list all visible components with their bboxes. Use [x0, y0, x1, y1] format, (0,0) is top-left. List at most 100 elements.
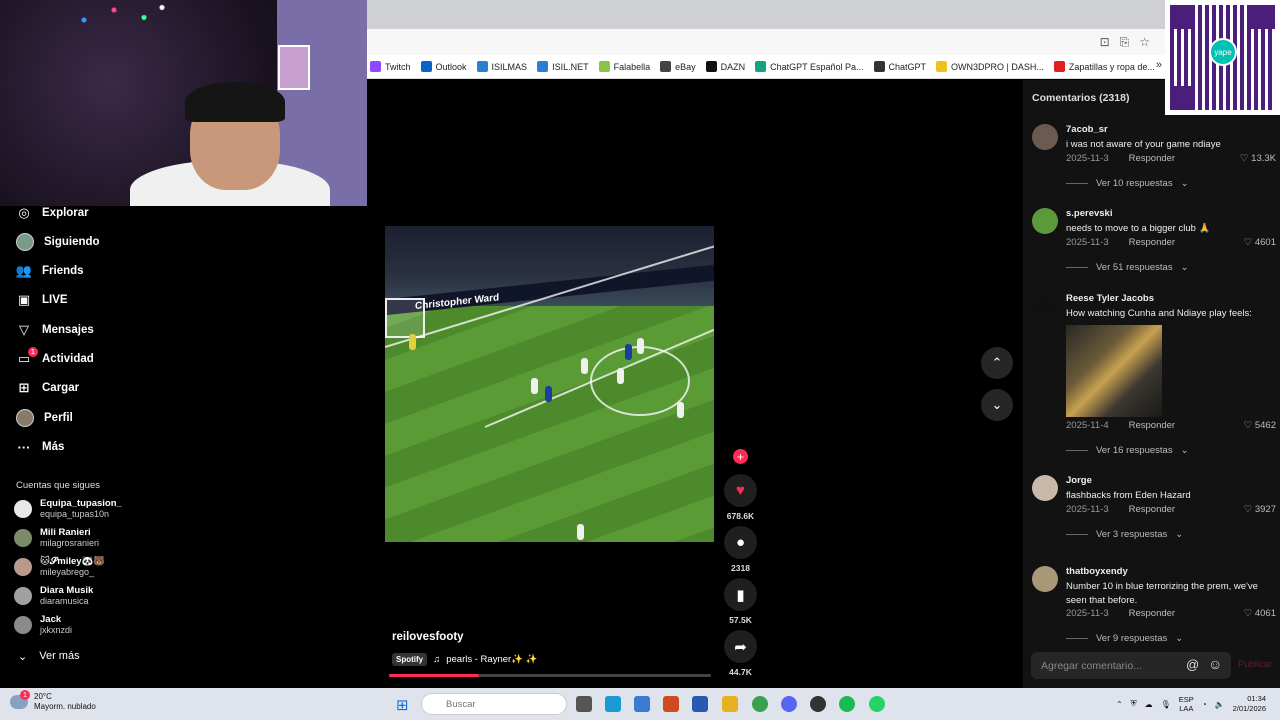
avatar[interactable] — [1032, 293, 1058, 319]
share-action[interactable]: ➦ 44.7K — [724, 630, 757, 677]
weather-widget[interactable]: 1 20°C Mayorm. nublado — [10, 690, 96, 712]
view-replies-button[interactable]: Ver 10 respuestas ⌄ — [1066, 178, 1189, 189]
bookmark-item[interactable]: Outlook — [420, 61, 467, 72]
post-button[interactable]: Publicar — [1238, 659, 1272, 670]
followed-account[interactable]: Diara Musik diaramusica — [14, 585, 93, 607]
sidebar-item-siguiendo[interactable]: Siguiendo — [16, 233, 100, 251]
bookmark-item[interactable]: Zapatillas y ropa de... — [1053, 61, 1155, 72]
chrome-icon[interactable] — [752, 696, 768, 712]
comment-like-button[interactable]: ♡ 4061 — [1244, 608, 1276, 619]
comment-input[interactable] — [1031, 652, 1231, 679]
comment-like-button[interactable]: ♡ 5462 — [1244, 420, 1276, 431]
sidebar-item-actividad[interactable]: ▭ 1 Actividad — [16, 347, 94, 368]
avatar[interactable] — [1032, 208, 1058, 234]
reply-button[interactable]: Responder — [1129, 237, 1175, 248]
install-app-icon[interactable]: ⊡ — [1100, 35, 1110, 50]
avatar[interactable] — [1032, 475, 1058, 501]
view-replies-button[interactable]: Ver 16 respuestas ⌄ — [1066, 445, 1189, 456]
sidebar-item-explorar[interactable]: ◎ Explorar — [16, 204, 88, 222]
bookmark-item[interactable]: Falabella — [598, 61, 650, 72]
sidebar-item-mensajes[interactable]: ▽ Mensajes — [16, 321, 94, 339]
reply-button[interactable]: Responder — [1129, 504, 1175, 515]
store-icon[interactable] — [634, 696, 650, 712]
sidebar-item-perfil[interactable]: Perfil — [16, 409, 73, 427]
comment-username[interactable]: thatboyxendy — [1066, 566, 1128, 577]
comment-like-button[interactable]: ♡ 4601 — [1244, 237, 1276, 248]
translate-icon[interactable]: ⎘ — [1120, 35, 1130, 50]
followed-account[interactable]: Mili Ranieri milagrosranieri — [14, 527, 99, 549]
bookmark-item[interactable]: DAZN — [705, 61, 745, 72]
sidebar-item-cargar[interactable]: ⊞ Cargar — [16, 379, 80, 397]
account-name: Jack — [40, 614, 62, 625]
sidebar-item-ms[interactable]: ··· Más — [16, 438, 65, 456]
whatsapp-icon[interactable] — [869, 696, 885, 712]
bookmark-item[interactable]: ISILMAS — [476, 61, 527, 72]
language-indicator[interactable]: ESP LAA — [1179, 695, 1194, 713]
bookmark-item[interactable]: eBay — [660, 61, 696, 72]
followed-account[interactable]: 🐱𝓢miley🐼🐻 mileyabrego_ — [14, 556, 105, 578]
word-icon[interactable] — [692, 696, 708, 712]
emoji-icon[interactable]: ☺ — [1208, 656, 1222, 672]
next-video-button[interactable]: ⌄ — [981, 389, 1013, 421]
onedrive-icon[interactable]: ☁ — [1145, 700, 1153, 709]
reply-button[interactable]: Responder — [1129, 420, 1175, 431]
previous-video-button[interactable]: ⌃ — [981, 347, 1013, 379]
like-action[interactable]: ♥ 678.6K — [724, 474, 757, 521]
comment-username[interactable]: Jorge — [1066, 475, 1092, 486]
bookmark-item[interactable]: ChatGPT — [873, 61, 926, 72]
defender-icon[interactable]: ⛨ — [1131, 699, 1137, 709]
volume-icon[interactable]: 🔈 — [1215, 700, 1225, 709]
bookmark-icon[interactable]: ▮ — [724, 578, 757, 611]
music-row[interactable]: Spotify ♫ pearls - Rayner✨ ✨ — [392, 653, 537, 666]
powerpoint-icon[interactable] — [663, 696, 679, 712]
follow-plus-button[interactable]: + — [733, 449, 748, 464]
mention-at-icon[interactable]: @ — [1186, 657, 1199, 672]
video-author[interactable]: reilovesfooty — [392, 631, 464, 643]
bookmark-star-icon[interactable]: ☆ — [1139, 35, 1150, 50]
heart-icon[interactable]: ♥ — [724, 474, 757, 507]
followed-account[interactable]: Jack jxkxnzdi — [14, 614, 72, 636]
share-arrow-icon[interactable]: ➦ — [724, 630, 757, 663]
spotify-icon[interactable] — [839, 696, 855, 712]
avatar[interactable] — [1032, 566, 1058, 592]
comment-action[interactable]: ● 2318 — [724, 526, 757, 573]
bookmarks-overflow-button[interactable]: » — [1156, 59, 1162, 71]
avatar[interactable] — [1032, 124, 1058, 150]
steam-icon[interactable] — [810, 696, 826, 712]
video-player[interactable]: Christopher Ward — [385, 226, 714, 542]
sidebar-item-label: Mensajes — [42, 324, 94, 336]
comment-username[interactable]: Reese Tyler Jacobs — [1066, 293, 1154, 304]
taskbar-search-input[interactable] — [421, 693, 567, 715]
bookmark-item[interactable]: ChatGPT Español Pa... — [755, 61, 864, 72]
video-progress-bar[interactable] — [389, 674, 711, 677]
bookmark-item[interactable]: Twitch — [370, 61, 411, 72]
bookmark-item[interactable]: ISIL.NET — [537, 61, 589, 72]
comment-image[interactable] — [1066, 325, 1162, 417]
wifi-icon[interactable]: ◔ — [1202, 700, 1207, 709]
discord-icon[interactable] — [781, 696, 797, 712]
microphone-icon[interactable]: 🎙 — [1161, 700, 1171, 709]
comment-bubble-icon[interactable]: ● — [724, 526, 757, 559]
address-bar[interactable]: ⊡ ⎘ ☆ — [367, 29, 1280, 55]
sidebar-item-friends[interactable]: 👥 Friends — [16, 262, 84, 280]
comment-username[interactable]: 7acob_sr — [1066, 124, 1108, 135]
comment-username[interactable]: s.perevski — [1066, 208, 1112, 219]
reply-button[interactable]: Responder — [1129, 608, 1175, 619]
comment-like-button[interactable]: ♡ 3927 — [1244, 504, 1276, 515]
sidebar-item-live[interactable]: ▣ LIVE — [16, 291, 68, 309]
view-replies-button[interactable]: Ver 9 respuestas ⌄ — [1066, 633, 1183, 644]
comment-like-button[interactable]: ♡ 13.3K — [1240, 153, 1276, 164]
followed-account[interactable]: Equipa_tupasion_ equipa_tupas10n — [14, 498, 122, 520]
view-replies-button[interactable]: Ver 51 respuestas ⌄ — [1066, 262, 1189, 273]
windows-start-icon[interactable]: ⊞ — [396, 696, 409, 714]
chevron-up-icon[interactable]: ⌃ — [1116, 700, 1123, 709]
bookmark-item[interactable]: OWN3DPRO | DASH... — [936, 61, 1044, 72]
view-replies-button[interactable]: Ver 3 respuestas ⌄ — [1066, 529, 1183, 540]
explorer-icon[interactable] — [722, 696, 738, 712]
save-action[interactable]: ▮ 57.5K — [724, 578, 757, 625]
task-view-icon[interactable] — [576, 696, 592, 712]
edge-icon[interactable] — [605, 696, 621, 712]
reply-button[interactable]: Responder — [1129, 153, 1175, 164]
see-more-button[interactable]: ⌄ Ver más — [18, 650, 80, 663]
clock[interactable]: 01:34 2/01/2026 — [1233, 694, 1266, 714]
